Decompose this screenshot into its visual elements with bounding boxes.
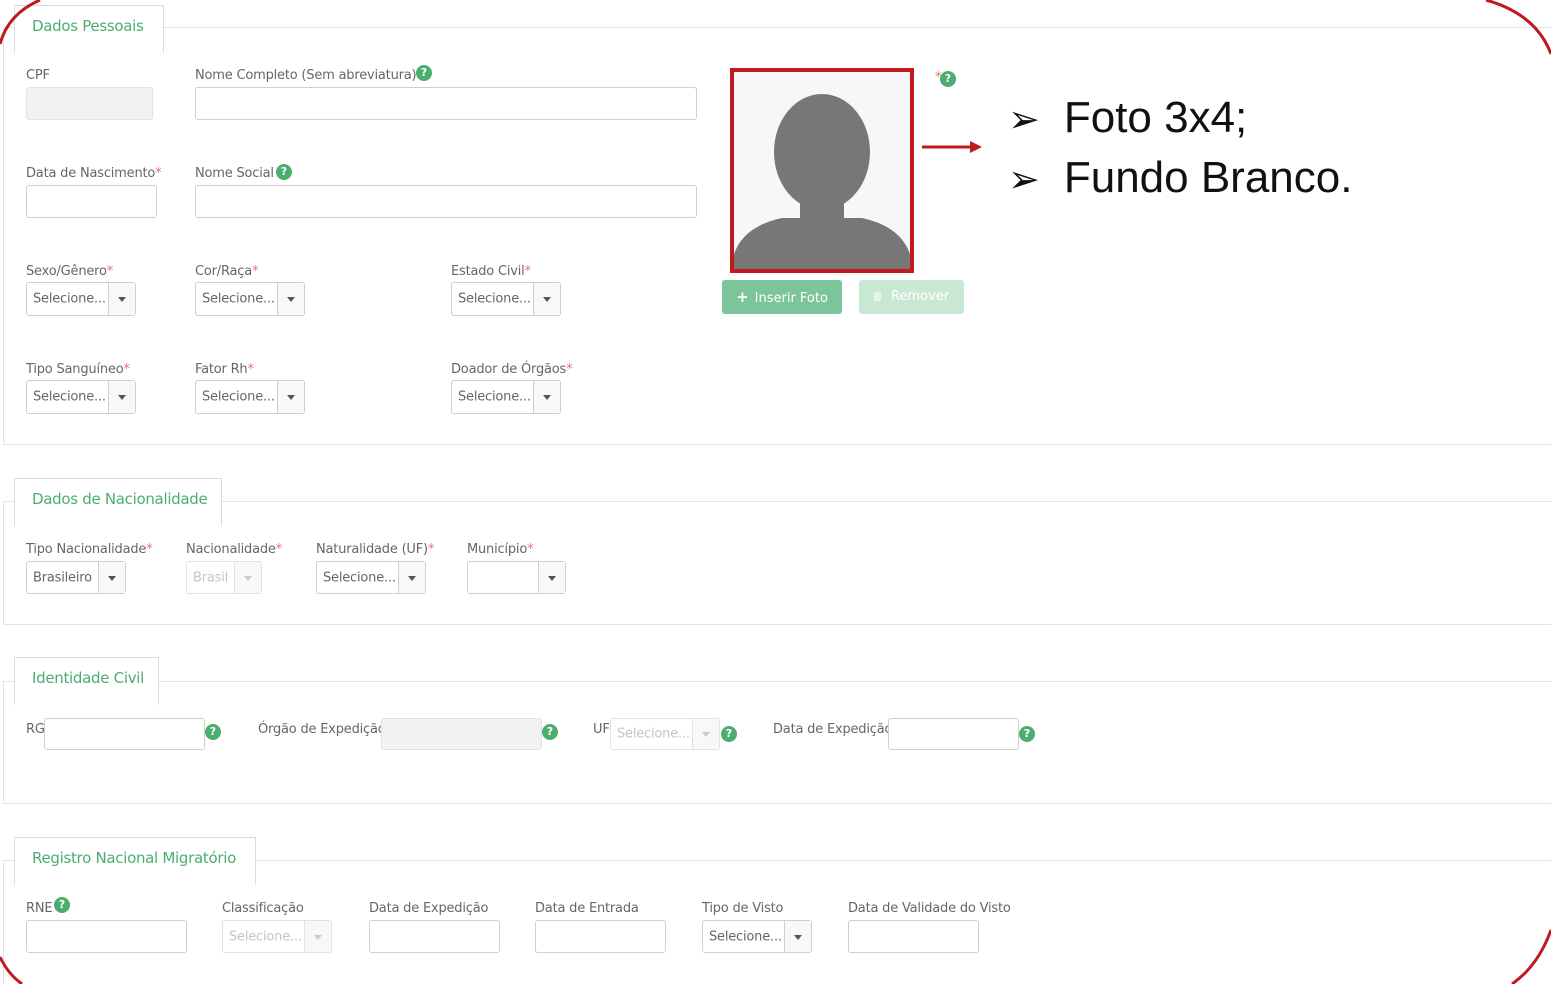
- municipio-label: Município*: [467, 542, 534, 557]
- chevron-down-icon[interactable]: [398, 562, 425, 593]
- remover-button[interactable]: Remover: [859, 280, 964, 314]
- help-icon[interactable]: ?: [1019, 726, 1035, 742]
- tipo-sanguineo-select-value: Selecione...: [33, 389, 106, 405]
- rne-label: RNE: [26, 901, 53, 916]
- dados-pessoais-legend: Dados Pessoais: [14, 5, 164, 53]
- nome-completo-input[interactable]: [195, 87, 697, 120]
- help-icon[interactable]: ?: [721, 726, 737, 742]
- fator-rh-select[interactable]: Selecione...: [195, 380, 305, 414]
- nome-social-label: Nome Social: [195, 166, 274, 181]
- identidade-panel: [3, 681, 1551, 804]
- uf-select[interactable]: Selecione...: [610, 718, 720, 750]
- validade-visto-label: Data de Validade do Visto: [848, 901, 1011, 916]
- chevron-down-icon[interactable]: [277, 381, 304, 413]
- chevron-down-icon[interactable]: [304, 921, 331, 952]
- uf-label: UF: [593, 722, 610, 737]
- estado-civil-select[interactable]: Selecione...: [451, 282, 561, 316]
- uf-select-value: Selecione...: [617, 726, 690, 742]
- inserir-foto-button[interactable]: + Inserir Foto: [722, 280, 842, 314]
- sexo-select[interactable]: Selecione...: [26, 282, 136, 316]
- fator-rh-select-value: Selecione...: [202, 389, 275, 405]
- bullet-arrow-icon: ➢: [1008, 97, 1040, 141]
- municipio-select[interactable]: [467, 561, 566, 594]
- annotation-line-1: ➢ Foto 3x4;: [1008, 93, 1248, 142]
- plus-icon: +: [736, 288, 749, 306]
- data-entrada-input[interactable]: [535, 920, 666, 953]
- naturalidade-label: Naturalidade (UF)*: [316, 542, 435, 557]
- nacionalidade-label: Nacionalidade*: [186, 542, 283, 557]
- tipo-visto-select[interactable]: Selecione...: [702, 920, 812, 953]
- data-entrada-label: Data de Entrada: [535, 901, 639, 916]
- tipo-visto-label: Tipo de Visto: [702, 901, 784, 916]
- photo-frame[interactable]: [730, 68, 914, 273]
- chevron-down-icon[interactable]: [277, 283, 304, 315]
- identidade-legend: Identidade Civil: [14, 657, 159, 705]
- data-expedicao-rg-label: Data de Expedição: [773, 722, 893, 737]
- orgao-expedicao-label: Órgão de Expedição: [258, 722, 386, 737]
- chevron-down-icon[interactable]: [98, 562, 125, 593]
- nome-social-input[interactable]: [195, 185, 697, 218]
- help-icon[interactable]: ?: [940, 71, 956, 87]
- classificacao-label: Classificação: [222, 901, 304, 916]
- nacionalidade-select[interactable]: Brasil: [186, 561, 262, 594]
- arrow-right-icon: [922, 141, 982, 153]
- cor-select[interactable]: Selecione...: [195, 282, 305, 316]
- help-icon[interactable]: ?: [276, 164, 292, 180]
- rg-input[interactable]: [44, 718, 205, 750]
- chevron-down-icon[interactable]: [234, 562, 261, 593]
- orgao-expedicao-input[interactable]: [381, 718, 542, 750]
- naturalidade-select[interactable]: Selecione...: [316, 561, 426, 594]
- chevron-down-icon[interactable]: [784, 921, 811, 952]
- data-nascimento-label: Data de Nascimento*: [26, 166, 162, 181]
- chevron-down-icon[interactable]: [533, 283, 560, 315]
- sexo-label: Sexo/Gênero*: [26, 264, 114, 279]
- annotation-line-2: ➢ Fundo Branco.: [1008, 153, 1353, 202]
- cor-select-value: Selecione...: [202, 291, 275, 307]
- doador-label: Doador de Órgãos*: [451, 362, 573, 377]
- tipo-visto-value: Selecione...: [709, 929, 782, 944]
- nome-completo-label: Nome Completo (Sem abreviatura)*: [195, 68, 423, 83]
- rne-input[interactable]: [26, 920, 187, 953]
- tipo-nacionalidade-select[interactable]: Brasileiro: [26, 561, 126, 594]
- data-expedicao-rnm-label: Data de Expedição: [369, 901, 489, 916]
- estado-civil-label: Estado Civil*: [451, 264, 531, 279]
- doador-select[interactable]: Selecione...: [451, 380, 561, 414]
- validade-visto-input[interactable]: [848, 920, 979, 953]
- tipo-nacionalidade-value: Brasileiro: [33, 570, 92, 585]
- chevron-down-icon[interactable]: [692, 719, 719, 749]
- help-icon[interactable]: ?: [205, 724, 221, 740]
- data-expedicao-rg-input[interactable]: [888, 718, 1019, 750]
- chevron-down-icon[interactable]: [108, 381, 135, 413]
- estado-civil-select-value: Selecione...: [458, 291, 531, 307]
- cpf-input[interactable]: [26, 87, 153, 120]
- avatar-silhouette-icon: [734, 72, 910, 269]
- tipo-nacionalidade-label: Tipo Nacionalidade*: [26, 542, 153, 557]
- classificacao-select[interactable]: Selecione...: [222, 920, 332, 953]
- bullet-arrow-icon: ➢: [1008, 157, 1040, 201]
- tipo-sanguineo-label: Tipo Sanguíneo*: [26, 362, 130, 377]
- fator-rh-label: Fator Rh*: [195, 362, 254, 377]
- chevron-down-icon[interactable]: [538, 562, 565, 593]
- data-expedicao-rnm-input[interactable]: [369, 920, 500, 953]
- help-icon[interactable]: ?: [542, 724, 558, 740]
- help-icon[interactable]: ?: [416, 65, 432, 81]
- sexo-select-value: Selecione...: [33, 291, 106, 307]
- chevron-down-icon[interactable]: [533, 381, 560, 413]
- trash-icon: [873, 292, 881, 301]
- doador-select-value: Selecione...: [458, 389, 531, 405]
- classificacao-value: Selecione...: [229, 929, 302, 944]
- chevron-down-icon[interactable]: [108, 283, 135, 315]
- cor-label: Cor/Raça*: [195, 264, 259, 279]
- help-icon[interactable]: ?: [54, 897, 70, 913]
- naturalidade-value: Selecione...: [323, 570, 396, 585]
- rnm-legend: Registro Nacional Migratório: [14, 837, 256, 885]
- data-nascimento-input[interactable]: [26, 185, 157, 218]
- tipo-sanguineo-select[interactable]: Selecione...: [26, 380, 136, 414]
- rg-label: RG: [26, 722, 45, 737]
- nacionalidade-legend: Dados de Nacionalidade: [14, 478, 222, 526]
- nacionalidade-value: Brasil: [193, 570, 229, 585]
- cpf-label: CPF: [26, 68, 50, 83]
